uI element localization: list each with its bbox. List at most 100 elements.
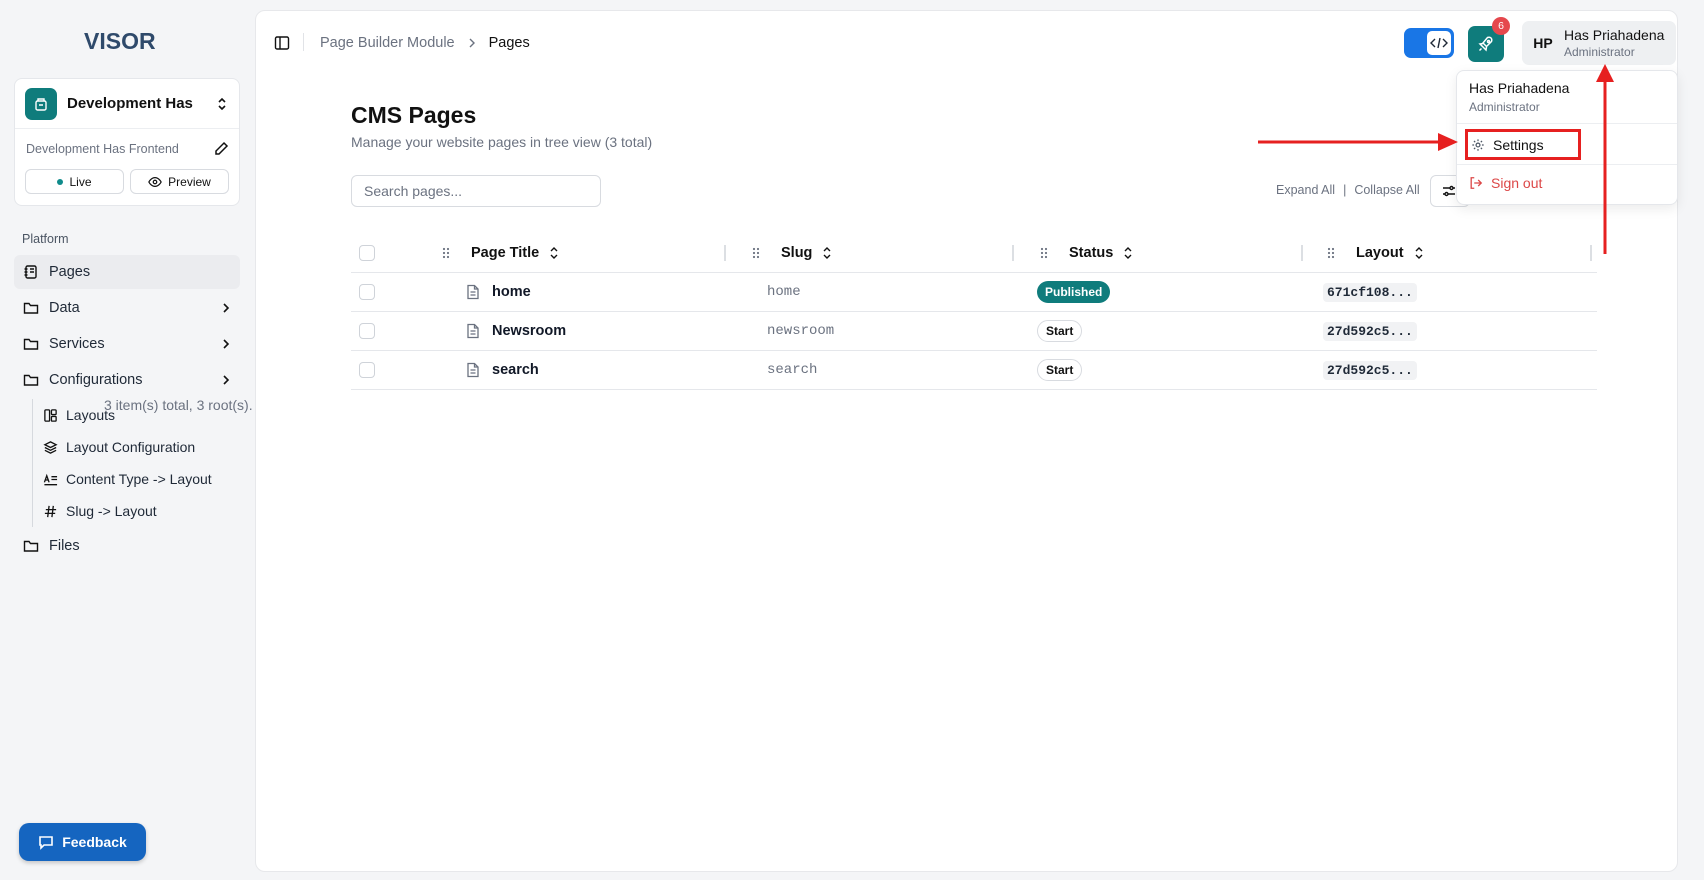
sidebar-toggle-icon[interactable] [274,35,290,51]
topbar: Page Builder Module Pages 6 HP Has Priah… [256,11,1677,73]
collapse-all-button[interactable]: Collapse All [1354,183,1419,197]
cell-slug: home [767,284,801,300]
live-button[interactable]: Live [25,169,124,194]
breadcrumb-item-pages: Pages [488,35,530,51]
sidebar-item-pages[interactable]: Pages [14,255,240,289]
avatar: HP [1533,35,1553,51]
project-card: Development Has Development Has Frontend… [14,78,240,206]
select-all-checkbox[interactable] [359,244,375,261]
breadcrumb: Page Builder Module Pages [320,35,530,51]
layout-dashboard-icon [44,408,57,422]
column-header-layout[interactable]: Layout [1326,245,1424,261]
topbar-divider [303,33,304,51]
folder-icon [23,302,39,314]
message-square-icon [39,836,54,850]
pages-table: Page Title Slug Status Layout home home … [351,233,1597,390]
sign-out-menu-item[interactable]: Sign out [1469,175,1542,191]
column-resize-handle[interactable] [1301,245,1303,261]
dropdown-divider [1457,123,1677,124]
page-title-link[interactable]: Newsroom [492,323,566,339]
sidebar-item-label: Pages [49,264,91,280]
sidebar-item-files[interactable]: Files [14,529,240,563]
tree-controls: Expand All | Collapse All [1276,183,1420,197]
table-row[interactable]: Newsroom newsroom Start 27d592c5... [351,312,1597,351]
dropdown-user-name: Has Priahadena [1469,80,1570,96]
grip-icon[interactable] [1039,246,1049,260]
feedback-button[interactable]: Feedback [19,823,146,861]
table-header: Page Title Slug Status Layout [351,233,1597,273]
sort-icon [823,246,831,259]
sliders-icon [1443,185,1455,197]
preview-label: Preview [168,174,211,189]
row-checkbox[interactable] [359,323,375,339]
layers-icon [43,440,58,454]
project-switcher[interactable]: Development Has [15,79,239,129]
notification-badge: 6 [1492,17,1510,35]
cell-status: Published [1037,281,1111,303]
user-role: Administrator [1564,45,1635,59]
grip-icon[interactable] [751,246,761,260]
column-header-status[interactable]: Status [1039,245,1133,261]
cell-title: search [466,362,539,378]
file-text-icon [467,284,479,300]
cell-slug: search [767,362,818,378]
chevron-right-icon [223,375,230,385]
row-checkbox[interactable] [359,284,375,300]
table-row[interactable]: home home Published 671cf108... [351,273,1597,312]
sidebar: VISOR Development Has Development Has Fr… [0,0,254,880]
column-resize-handle[interactable] [1590,245,1592,261]
row-checkbox[interactable] [359,362,375,378]
status-badge: Published [1037,281,1111,303]
column-header-title[interactable]: Page Title [441,245,559,261]
code-icon [1427,31,1451,55]
chevron-up-down-icon [218,97,226,110]
tree-controls-separator: | [1343,183,1347,197]
sort-icon [1415,246,1423,259]
sidebar-item-label: Files [49,538,80,554]
column-resize-handle[interactable] [724,245,726,261]
visor-logo[interactable]: VISOR [84,28,170,54]
column-label: Page Title [471,244,540,261]
cell-status: Start [1037,359,1083,381]
layout-id: 671cf108... [1323,282,1417,302]
preview-button[interactable]: Preview [130,169,229,194]
table-row[interactable]: search search Start 27d592c5... [351,351,1597,390]
sign-out-label: Sign out [1491,175,1543,191]
code-mode-toggle[interactable] [1404,28,1454,58]
sidebar-item-configurations[interactable]: Configurations [14,363,240,397]
expand-all-button[interactable]: Expand All [1276,183,1335,197]
hash-icon [44,505,57,517]
user-dropdown-menu: Has Priahadena Administrator Settings Si… [1456,70,1678,205]
user-menu-button[interactable]: HP Has Priahadena Administrator [1522,21,1676,65]
feedback-label: Feedback [62,834,127,850]
grip-icon[interactable] [1326,246,1336,260]
dropdown-user-role: Administrator [1469,100,1540,114]
breadcrumb-item-module[interactable]: Page Builder Module [320,35,455,51]
sidebar-subitem-content-type-layout[interactable]: Content Type -> Layout [43,463,240,495]
layout-id: 27d592c5... [1323,360,1417,380]
column-header-slug[interactable]: Slug [751,245,832,261]
page-title-link[interactable]: search [492,362,539,378]
table-footer: 3 item(s) total, 3 root(s). [104,397,253,413]
search-input[interactable] [351,175,601,207]
cell-layout: 671cf108... [1323,282,1417,302]
folder-icon [23,374,39,386]
column-label: Layout [1356,244,1404,261]
sort-icon [550,246,558,259]
sidebar-item-services[interactable]: Services [14,327,240,361]
dropdown-divider [1457,164,1677,165]
column-resize-handle[interactable] [1012,245,1014,261]
chevron-right-icon [223,339,230,349]
grip-icon[interactable] [441,246,451,260]
page-title-link[interactable]: home [492,284,531,300]
live-dot-icon [57,178,64,185]
settings-menu-item[interactable]: Settings [1465,129,1581,160]
sidebar-subitem-layout-configuration[interactable]: Layout Configuration [43,431,240,463]
column-label: Status [1069,244,1114,261]
cell-slug: newsroom [767,323,835,339]
chevron-right-icon [223,303,230,313]
pencil-icon[interactable] [213,141,229,157]
user-name: Has Priahadena [1564,27,1665,43]
sidebar-subitem-slug-layout[interactable]: Slug -> Layout [43,495,240,527]
sidebar-item-data[interactable]: Data [14,291,240,325]
